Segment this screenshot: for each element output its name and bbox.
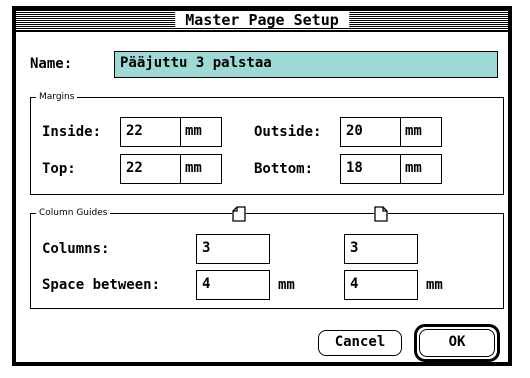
inside-label: Inside:	[42, 124, 102, 140]
right-space-unit: mm	[426, 277, 443, 293]
top-unit-box: mm	[180, 154, 222, 184]
bottom-label: Bottom:	[254, 161, 314, 177]
left-page-icon	[232, 206, 246, 222]
inside-margin-field[interactable]: 22	[120, 117, 182, 147]
outside-margin-field[interactable]: 20	[340, 117, 402, 147]
top-label: Top:	[42, 161, 76, 177]
outside-label: Outside:	[254, 124, 322, 140]
right-page-columns-field[interactable]: 3	[344, 234, 418, 264]
top-unit: mm	[185, 160, 202, 176]
inside-unit: mm	[185, 123, 202, 139]
right-page-space-field[interactable]: 4	[344, 270, 418, 300]
outside-unit: mm	[405, 123, 422, 139]
margins-group-title: Margins	[36, 92, 78, 102]
title-bar[interactable]: Master Page Setup	[16, 10, 508, 32]
left-page-columns-field[interactable]: 3	[196, 234, 270, 264]
left-page-space-field[interactable]: 4	[196, 270, 270, 300]
columns-label: Columns:	[42, 241, 110, 257]
dialog-title: Master Page Setup	[175, 12, 349, 28]
space-between-label: Space between:	[42, 277, 161, 293]
outside-unit-box: mm	[400, 117, 442, 147]
inside-unit-box: mm	[180, 117, 222, 147]
name-field[interactable]: Pääjuttu 3 palstaa	[114, 51, 498, 78]
bottom-unit: mm	[405, 160, 422, 176]
ok-button[interactable]: OK	[419, 329, 495, 357]
column-guides-group-title: Column Guides	[36, 208, 111, 218]
top-margin-field[interactable]: 22	[120, 154, 182, 184]
right-page-icon	[374, 206, 388, 222]
master-page-setup-dialog: Master Page Setup Name: Pääjuttu 3 palst…	[12, 6, 512, 366]
name-label: Name:	[30, 56, 73, 72]
bottom-margin-field[interactable]: 18	[340, 154, 402, 184]
cancel-button[interactable]: Cancel	[318, 330, 402, 356]
bottom-unit-box: mm	[400, 154, 442, 184]
left-space-unit: mm	[278, 277, 295, 293]
